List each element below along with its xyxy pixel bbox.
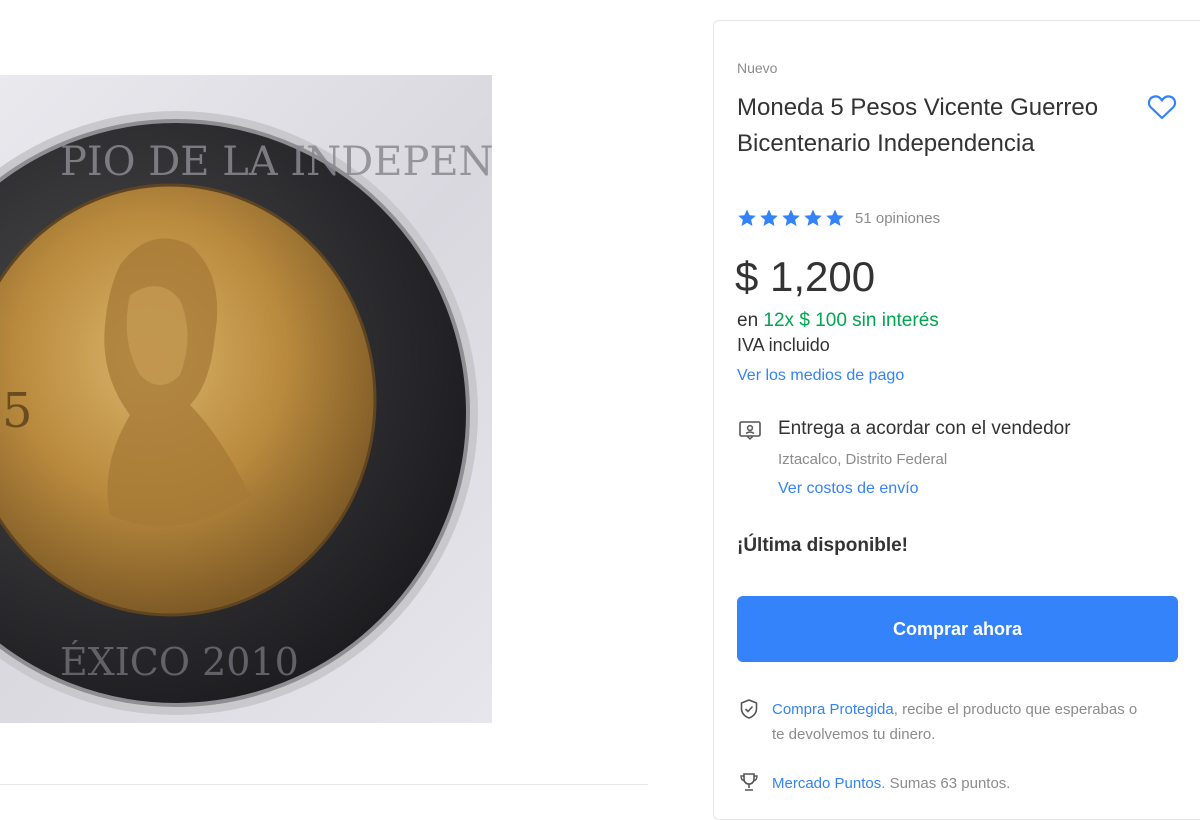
product-title: Moneda 5 Pesos Vicente Guerreo Bicentena… [737, 94, 1099, 157]
coin-image: 5 PIO DE LA INDEPENDE ÉXICO 2010 [0, 111, 492, 715]
delivery-title: Entrega a acordar con el vendedor [778, 418, 1071, 439]
gallery: 5 PIO DE LA INDEPENDE ÉXICO 2010 [0, 0, 700, 800]
svg-text:PIO DE LA INDEPENDE: PIO DE LA INDEPENDE [60, 139, 492, 185]
tax-note: IVA incluido [737, 335, 830, 355]
rating[interactable]: 51 opiniones [737, 208, 940, 228]
star-icon [760, 209, 778, 226]
stock-note: ¡Última disponible! [737, 535, 908, 556]
condition-label: Nuevo [737, 60, 778, 76]
svg-text:ÉXICO 2010: ÉXICO 2010 [60, 640, 299, 684]
heart-icon[interactable] [1146, 91, 1178, 123]
installments: en 12x $ 100 sin interés [737, 310, 939, 332]
star-icon [782, 209, 800, 226]
mercado-points-link[interactable]: Mercado Puntos [772, 775, 881, 792]
protected-purchase-link[interactable]: Compra Protegida [772, 701, 894, 718]
mercado-points-text: . Sumas 63 puntos. [881, 775, 1011, 792]
product-photo[interactable]: 5 PIO DE LA INDEPENDE ÉXICO 2010 [0, 75, 492, 723]
buy-now-button[interactable]: Comprar ahora [737, 596, 1178, 662]
protected-purchase: Compra Protegida, recibe el producto que… [772, 697, 1152, 747]
reviews-count: 51 opiniones [855, 209, 941, 227]
payment-methods-link[interactable]: Ver los medios de pago [737, 367, 904, 385]
divider [0, 784, 648, 785]
installments-value: 12x $ 100 sin interés [763, 310, 939, 331]
installments-prefix: en [737, 310, 759, 331]
star-icon [804, 209, 822, 226]
shipping-costs-link[interactable]: Ver costos de envío [778, 480, 919, 498]
shield-icon [740, 699, 758, 719]
star-icon [826, 209, 844, 226]
buy-box: Nuevo Moneda 5 Pesos Vicente Guerreo Bic… [713, 20, 1200, 820]
price: $ 1,200 [735, 253, 876, 300]
delivery-icon [739, 421, 761, 441]
mercado-points: Mercado Puntos. Sumas 63 puntos. [772, 771, 1152, 796]
rating-stars [737, 208, 845, 228]
seller-location: Iztacalco, Distrito Federal [778, 451, 948, 468]
star-icon [738, 209, 756, 226]
trophy-icon [740, 773, 758, 791]
svg-text:5: 5 [2, 383, 33, 439]
